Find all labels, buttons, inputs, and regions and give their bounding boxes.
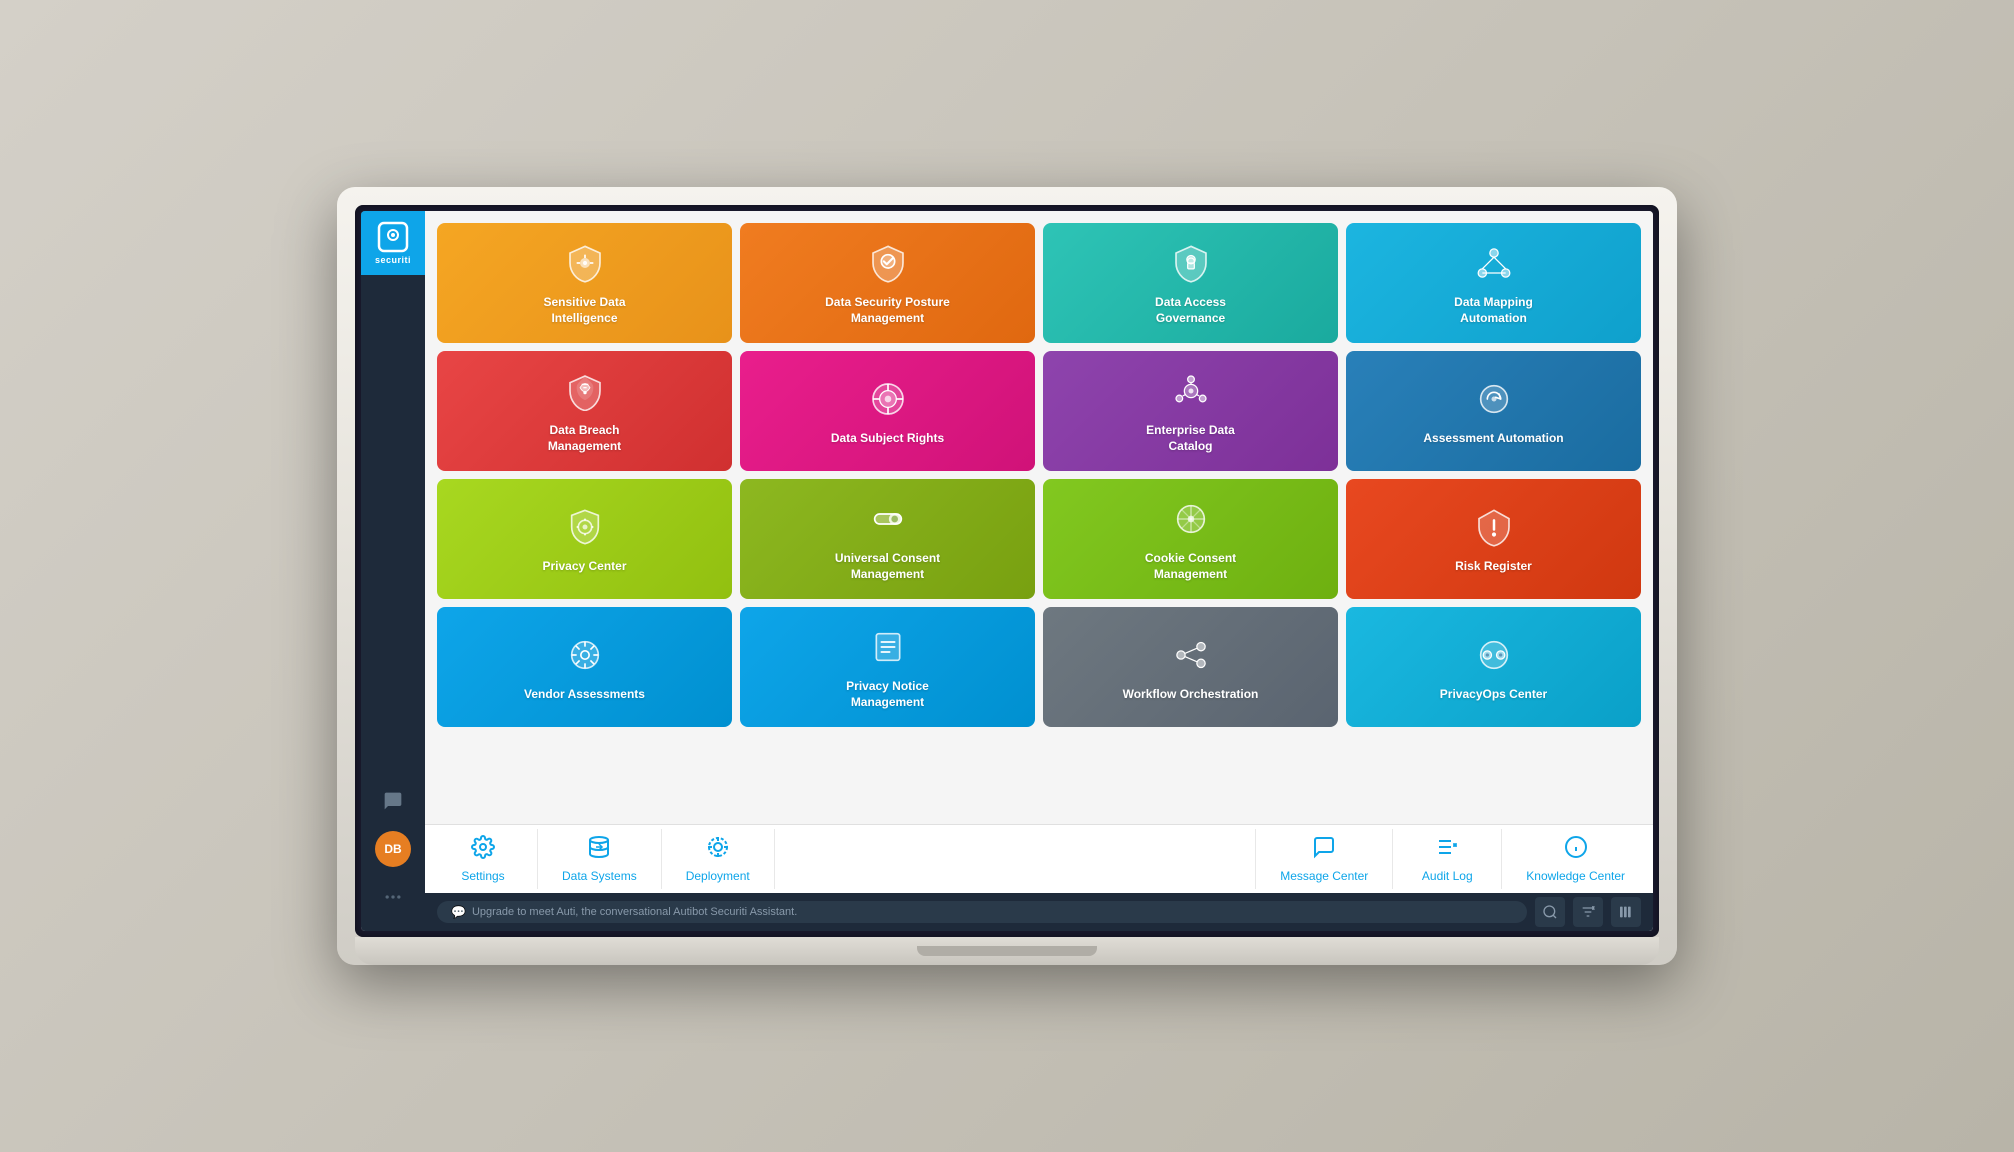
utility-data-systems[interactable]: Data Systems <box>542 825 657 893</box>
tile-data-breach[interactable]: Data BreachManagement <box>437 351 732 471</box>
tiles-row-1: Sensitive DataIntelligence Data Securit <box>437 223 1641 343</box>
settings-label: Settings <box>461 869 504 883</box>
utility-audit-log[interactable]: Audit Log <box>1397 825 1497 893</box>
more-options-icon[interactable] <box>375 879 411 915</box>
tile-sensitive-data-intelligence[interactable]: Sensitive DataIntelligence <box>437 223 732 343</box>
status-message[interactable]: Upgrade to meet Auti, the conversational… <box>437 901 1527 923</box>
tile-label-vendor: Vendor Assessments <box>524 687 645 703</box>
utility-message-center[interactable]: Message Center <box>1260 825 1388 893</box>
knowledge-center-icon <box>1564 835 1588 865</box>
tile-label-notice: Privacy NoticeManagement <box>846 679 929 710</box>
tile-cookie-consent[interactable]: Cookie ConsentManagement <box>1043 479 1338 599</box>
divider-2 <box>661 829 662 889</box>
tile-label-cookie: Cookie ConsentManagement <box>1145 551 1236 582</box>
status-actions <box>1535 897 1641 927</box>
tile-privacy-notice[interactable]: Privacy NoticeManagement <box>740 607 1035 727</box>
deployment-label: Deployment <box>686 869 750 883</box>
divider-5 <box>1392 829 1393 889</box>
tile-universal-consent[interactable]: Universal ConsentManagement <box>740 479 1035 599</box>
status-bar: Upgrade to meet Auti, the conversational… <box>425 893 1653 931</box>
tile-label-assessment: Assessment Automation <box>1423 431 1563 447</box>
data-systems-label: Data Systems <box>562 869 637 883</box>
data-systems-icon <box>587 835 611 865</box>
tile-label-access: Data AccessGovernance <box>1155 295 1226 326</box>
tile-label-sensitive: Sensitive DataIntelligence <box>543 295 625 326</box>
laptop-base <box>355 937 1659 965</box>
laptop-notch <box>917 946 1097 956</box>
laptop-screen: securiti DB <box>361 211 1653 931</box>
tile-label-risk: Risk Register <box>1455 559 1532 575</box>
tile-label-catalog: Enterprise DataCatalog <box>1146 423 1235 454</box>
tile-icon-assessment <box>1470 375 1518 423</box>
tile-icon-catalog <box>1167 367 1215 415</box>
tile-label-privacyops: PrivacyOps Center <box>1440 687 1547 703</box>
tile-label-privacy: Privacy Center <box>542 559 626 575</box>
tile-vendor-assessments[interactable]: Vendor Assessments <box>437 607 732 727</box>
tile-data-mapping[interactable]: Data MappingAutomation <box>1346 223 1641 343</box>
tile-label-mapping: Data MappingAutomation <box>1454 295 1533 326</box>
audit-log-label: Audit Log <box>1422 869 1473 883</box>
tile-label-security: Data Security PostureManagement <box>825 295 950 326</box>
tile-icon-access <box>1167 239 1215 287</box>
utility-bar: Settings Data <box>425 824 1653 893</box>
audit-log-icon <box>1435 835 1459 865</box>
utility-knowledge-center[interactable]: Knowledge Center <box>1506 825 1645 893</box>
tile-privacyops-center[interactable]: PrivacyOps Center <box>1346 607 1641 727</box>
tile-icon-security <box>864 239 912 287</box>
tile-risk-register[interactable]: Risk Register <box>1346 479 1641 599</box>
filter-button[interactable] <box>1573 897 1603 927</box>
utility-settings[interactable]: Settings <box>433 825 533 893</box>
play-button[interactable] <box>1611 897 1641 927</box>
screen-border: securiti DB <box>355 205 1659 937</box>
tile-icon-breach <box>561 367 609 415</box>
logo-icon <box>377 221 409 253</box>
divider-1 <box>537 829 538 889</box>
tiles-row-4: Vendor Assessments P <box>437 607 1641 727</box>
sidebar: securiti DB <box>361 211 425 931</box>
tiles-row-2: Data BreachManagement <box>437 351 1641 471</box>
sidebar-bottom: DB <box>375 783 411 931</box>
tile-data-access-governance[interactable]: Data AccessGovernance <box>1043 223 1338 343</box>
tile-icon-notice <box>864 623 912 671</box>
user-avatar[interactable]: DB <box>375 831 411 867</box>
divider-4 <box>1255 829 1256 889</box>
tile-icon-vendor <box>561 631 609 679</box>
status-text: Upgrade to meet Auti, the conversational… <box>472 906 797 918</box>
tile-label-workflow: Workflow Orchestration <box>1123 687 1259 703</box>
tiles-row-3: Privacy Center Universal ConsentManagem <box>437 479 1641 599</box>
tile-workflow-orchestration[interactable]: Workflow Orchestration <box>1043 607 1338 727</box>
tile-icon-mapping <box>1470 239 1518 287</box>
tile-enterprise-catalog[interactable]: Enterprise DataCatalog <box>1043 351 1338 471</box>
message-center-icon <box>1312 835 1336 865</box>
tile-assessment-automation[interactable]: Assessment Automation <box>1346 351 1641 471</box>
tile-icon-workflow <box>1167 631 1215 679</box>
knowledge-center-label: Knowledge Center <box>1526 869 1625 883</box>
message-center-label: Message Center <box>1280 869 1368 883</box>
tiles-grid: Sensitive DataIntelligence Data Securit <box>425 211 1653 824</box>
logo-text: securiti <box>375 255 411 265</box>
search-button[interactable] <box>1535 897 1565 927</box>
tile-icon-privacy <box>561 503 609 551</box>
tile-icon-risk <box>1470 503 1518 551</box>
tile-icon-sensitive <box>561 239 609 287</box>
divider-3 <box>774 829 775 889</box>
tile-icon-consent <box>864 495 912 543</box>
tile-privacy-center[interactable]: Privacy Center <box>437 479 732 599</box>
chat-icon[interactable] <box>375 783 411 819</box>
deployment-icon <box>706 835 730 865</box>
laptop-frame: securiti DB <box>337 187 1677 965</box>
settings-icon <box>471 835 495 865</box>
tile-data-subject-rights[interactable]: Data Subject Rights <box>740 351 1035 471</box>
tile-icon-subject <box>864 375 912 423</box>
sidebar-logo[interactable]: securiti <box>361 211 425 275</box>
tile-data-security-posture[interactable]: Data Security PostureManagement <box>740 223 1035 343</box>
utility-deployment[interactable]: Deployment <box>666 825 770 893</box>
main-content: Sensitive DataIntelligence Data Securit <box>425 211 1653 931</box>
tile-icon-privacyops <box>1470 631 1518 679</box>
tile-label-breach: Data BreachManagement <box>548 423 621 454</box>
tile-label-subject: Data Subject Rights <box>831 431 944 447</box>
divider-6 <box>1501 829 1502 889</box>
tile-icon-cookie <box>1167 495 1215 543</box>
tile-label-universal-consent: Universal ConsentManagement <box>835 551 940 582</box>
